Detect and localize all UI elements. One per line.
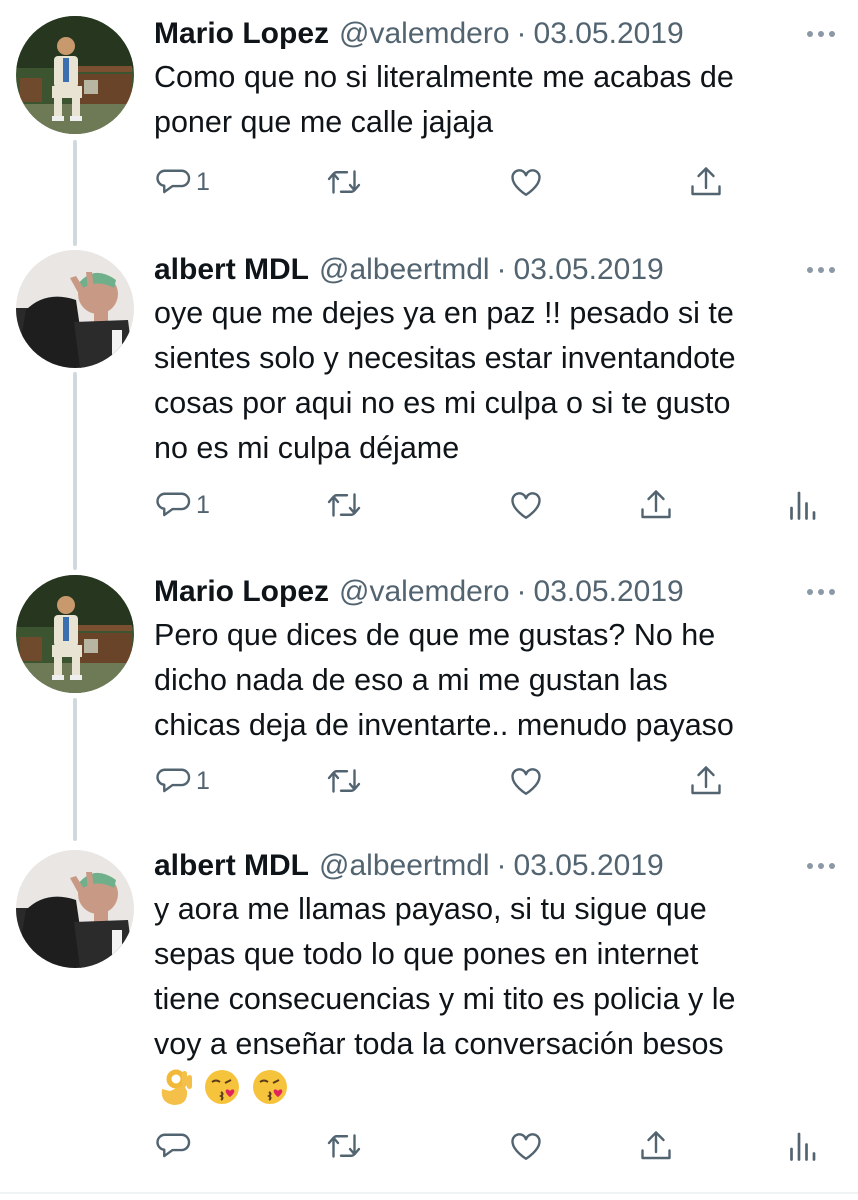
separator-dot: ·: [516, 17, 527, 50]
tweet-text-line: tiene consecuencias y mi tito es policia…: [154, 982, 736, 1016]
share-icon: [691, 766, 721, 795]
heart-icon: [511, 768, 541, 795]
reply-button[interactable]: 1: [156, 159, 210, 205]
more-horizontal-icon[interactable]: [804, 574, 838, 610]
like-button[interactable]: [508, 758, 544, 804]
like-button[interactable]: [508, 1123, 544, 1169]
tweet-text-line: poner que me calle jajaja: [154, 105, 494, 139]
tweet-text-line: dicho nada de eso a mi me gustan las: [154, 663, 668, 697]
author-handle[interactable]: @valemdero: [339, 14, 510, 54]
tweet-date[interactable]: 03.05.2019: [534, 572, 684, 612]
separator-dot: ·: [516, 575, 527, 608]
share-button[interactable]: [638, 482, 674, 528]
analytics-button[interactable]: [784, 482, 820, 528]
reply-button[interactable]: 1: [156, 758, 210, 804]
reply-icon: [156, 169, 191, 194]
tweet-text-line: Pero que dices de que me gustas? No he: [154, 618, 716, 652]
share-icon: [691, 167, 721, 196]
author-name[interactable]: Mario Lopez: [154, 572, 329, 612]
tweet-text-line: y aora me llamas payaso, si tu sigue que: [154, 892, 707, 926]
author-name[interactable]: albert MDL: [154, 250, 309, 290]
tweet-text-line: cosas por aqui no es mi culpa o si te gu…: [154, 386, 731, 420]
reply-button[interactable]: [156, 1123, 196, 1169]
divider: [0, 1192, 858, 1194]
author-handle[interactable]: @albeertmdl: [319, 846, 490, 886]
tweet-date[interactable]: 03.05.2019: [514, 846, 664, 886]
retweet-icon: [327, 493, 361, 517]
reply-count: 1: [196, 490, 210, 519]
tweet[interactable]: albert MDL @albeertmdl · 03.05.2019 oye …: [0, 240, 858, 560]
kiss-emoji: [250, 1067, 290, 1112]
retweet-icon: [327, 1134, 361, 1158]
avatar-person-green-hair: [16, 250, 134, 368]
tweet-text: Pero que dices de que me gustas? No he d…: [154, 613, 838, 748]
retweet-button[interactable]: [326, 758, 362, 804]
tweet-actions: [154, 1123, 834, 1169]
emoji-row: [154, 1068, 838, 1110]
reply-count: 1: [196, 766, 210, 795]
tweet-text-line: sepas que todo lo que pones en internet: [154, 937, 699, 971]
retweet-button[interactable]: [326, 482, 362, 528]
share-button[interactable]: [688, 159, 724, 205]
tweet[interactable]: Mario Lopez @valemdero · 03.05.2019 Como…: [0, 0, 858, 230]
retweet-button[interactable]: [326, 159, 362, 205]
avatar[interactable]: [16, 250, 134, 368]
share-button[interactable]: [688, 758, 724, 804]
retweet-button[interactable]: [326, 1123, 362, 1169]
more-horizontal-icon[interactable]: [804, 848, 838, 884]
share-icon: [641, 490, 671, 519]
author-handle[interactable]: @albeertmdl: [319, 250, 490, 290]
tweet-text-line: no es mi culpa déjame: [154, 431, 460, 465]
author-handle[interactable]: @valemdero: [339, 572, 510, 612]
author-name[interactable]: Mario Lopez: [154, 14, 329, 54]
share-icon: [641, 1131, 671, 1160]
reply-count: 1: [196, 167, 210, 196]
author-name[interactable]: albert MDL: [154, 846, 309, 886]
tweet[interactable]: Mario Lopez @valemdero · 03.05.2019 Pero…: [0, 565, 858, 835]
tweet-actions: 1: [154, 482, 834, 528]
like-button[interactable]: [508, 159, 544, 205]
avatar-man-on-bench: [16, 575, 134, 693]
tweet-actions: 1: [154, 159, 834, 205]
kiss-emoji: [202, 1067, 242, 1112]
retweet-icon: [327, 769, 361, 793]
tweet-date[interactable]: 03.05.2019: [534, 14, 684, 54]
tweet-text: Como que no si literalmente me acabas de…: [154, 55, 838, 145]
reply-icon: [156, 492, 191, 517]
reply-icon: [156, 768, 191, 793]
reply-icon: [156, 1133, 191, 1158]
tweet-text-line: sientes solo y necesitas estar inventand…: [154, 341, 736, 375]
tweet-text-line: Como que no si literalmente me acabas de: [154, 60, 734, 94]
tweet[interactable]: albert MDL @albeertmdl · 03.05.2019 y ao…: [0, 840, 858, 1200]
more-horizontal-icon[interactable]: [804, 252, 838, 288]
heart-icon: [511, 492, 541, 519]
analytics-icon: [790, 491, 816, 520]
share-button[interactable]: [638, 1123, 674, 1169]
more-horizontal-icon[interactable]: [804, 16, 838, 52]
heart-icon: [511, 1133, 541, 1160]
separator-dot: ·: [496, 849, 507, 882]
avatar-man-on-bench: [16, 16, 134, 134]
retweet-icon: [327, 170, 361, 194]
tweet-text-line: oye que me dejes ya en paz !! pesado si …: [154, 296, 734, 330]
tweet-date[interactable]: 03.05.2019: [514, 250, 664, 290]
reply-button[interactable]: 1: [156, 482, 210, 528]
tweet-actions: 1: [154, 758, 834, 804]
tweet-text-line: chicas deja de inventarte.. menudo payas…: [154, 708, 734, 742]
tweet-text: y aora me llamas payaso, si tu sigue que…: [154, 887, 838, 1067]
avatar[interactable]: [16, 575, 134, 693]
avatar[interactable]: [16, 16, 134, 134]
avatar-person-green-hair: [16, 850, 134, 968]
avatar[interactable]: [16, 850, 134, 968]
tweet-text: oye que me dejes ya en paz !! pesado si …: [154, 291, 838, 471]
tweet-text-line: voy a enseñar toda la conversación besos: [154, 1027, 724, 1061]
analytics-button[interactable]: [784, 1123, 820, 1169]
like-button[interactable]: [508, 482, 544, 528]
analytics-icon: [790, 1132, 816, 1161]
ok-hand-emoji: [154, 1067, 194, 1112]
separator-dot: ·: [496, 253, 507, 286]
heart-icon: [511, 169, 541, 196]
